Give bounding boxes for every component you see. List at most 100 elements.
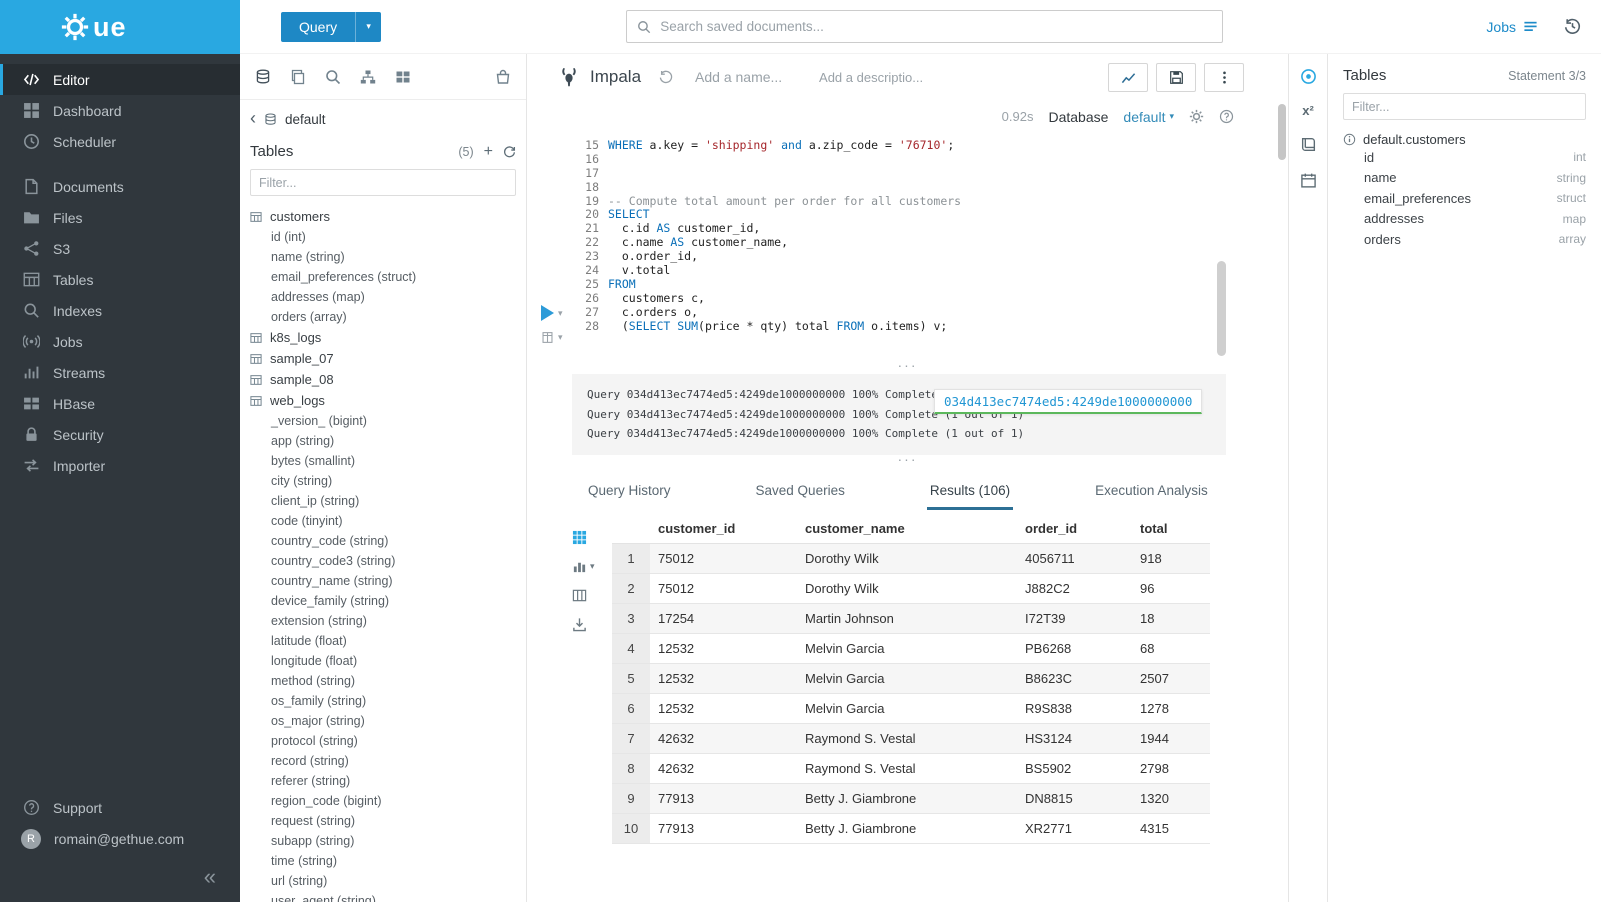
assist-column[interactable]: user_agent (string): [250, 891, 516, 902]
results-cell[interactable]: Melvin Garcia: [797, 633, 1017, 663]
sitemap-icon[interactable]: [360, 69, 376, 85]
assist-filter-input[interactable]: [250, 169, 516, 196]
table-row[interactable]: 512532Melvin GarciaB8623C2507: [612, 663, 1210, 693]
panel-scrollbar[interactable]: [1278, 104, 1286, 160]
more-actions-button[interactable]: [1204, 63, 1244, 92]
assist-column[interactable]: country_code (string): [250, 531, 516, 551]
snippet-history-icon[interactable]: [659, 70, 673, 84]
sidebar-item-jobs[interactable]: Jobs: [0, 326, 240, 357]
settings-gear-icon[interactable]: [1189, 109, 1204, 124]
assist-column[interactable]: _version_ (bigint): [250, 411, 516, 431]
results-cell[interactable]: 68: [1132, 633, 1210, 663]
documents-copy-icon[interactable]: [290, 69, 306, 85]
results-cell[interactable]: Raymond S. Vestal: [797, 753, 1017, 783]
assist-table-sample_08[interactable]: sample_08: [250, 369, 516, 390]
assist-table-sample_07[interactable]: sample_07: [250, 348, 516, 369]
results-cell[interactable]: B8623C: [1017, 663, 1132, 693]
results-cell[interactable]: 2507: [1132, 663, 1210, 693]
results-cell[interactable]: 4315: [1132, 813, 1210, 843]
results-cell[interactable]: 96: [1132, 573, 1210, 603]
assistant-icon[interactable]: [1300, 68, 1317, 85]
results-cell[interactable]: BS5902: [1017, 753, 1132, 783]
right-assist-column-email_preferences[interactable]: email_preferencesstruct: [1343, 188, 1586, 209]
editor-scrollbar[interactable]: [1217, 261, 1226, 356]
results-cell[interactable]: Melvin Garcia: [797, 663, 1017, 693]
sidebar-item-support[interactable]: Support: [0, 792, 240, 823]
results-cell[interactable]: 12532: [650, 663, 797, 693]
hue-logo[interactable]: ue: [0, 0, 240, 54]
tab-query-history[interactable]: Query History: [585, 476, 674, 510]
results-cell[interactable]: 42632: [650, 723, 797, 753]
right-assist-filter-input[interactable]: [1343, 93, 1586, 120]
results-cell[interactable]: R9S838: [1017, 693, 1132, 723]
sidebar-item-files[interactable]: Files: [0, 202, 240, 233]
sidebar-item-streams[interactable]: Streams: [0, 357, 240, 388]
assist-table-customers[interactable]: customers: [250, 206, 516, 227]
results-cell[interactable]: 12532: [650, 693, 797, 723]
chart-view-button[interactable]: ▾: [572, 559, 595, 574]
results-cell[interactable]: Melvin Garcia: [797, 693, 1017, 723]
add-table-button[interactable]: +: [484, 144, 493, 160]
tab-execution-analysis[interactable]: Execution Analysis: [1092, 476, 1211, 510]
assist-column[interactable]: name (string): [250, 247, 516, 267]
sidebar-item-security[interactable]: Security: [0, 419, 240, 450]
results-cell[interactable]: 12532: [650, 633, 797, 663]
assist-column[interactable]: record (string): [250, 751, 516, 771]
results-cell[interactable]: PB6268: [1017, 633, 1132, 663]
table-row[interactable]: 275012Dorothy WilkJ882C296: [612, 573, 1210, 603]
chart-button[interactable]: [1108, 63, 1148, 92]
right-assist-column-orders[interactable]: ordersarray: [1343, 229, 1586, 250]
sidebar-item-account[interactable]: R romain@gethue.com: [0, 823, 240, 854]
results-cell[interactable]: Betty J. Giambrone: [797, 813, 1017, 843]
results-cell[interactable]: 1278: [1132, 693, 1210, 723]
functions-icon[interactable]: x²: [1302, 104, 1314, 117]
right-assist-column-addresses[interactable]: addressesmap: [1343, 209, 1586, 230]
execute-caret-icon[interactable]: ▾: [558, 308, 563, 319]
results-cell[interactable]: 4056711: [1017, 543, 1132, 573]
query-id-overlay[interactable]: 034d413ec7474ed5:4249de1000000000: [934, 389, 1202, 414]
results-cell[interactable]: 2798: [1132, 753, 1210, 783]
database-select[interactable]: default ▾: [1123, 109, 1174, 125]
results-cell[interactable]: 918: [1132, 543, 1210, 573]
results-cell[interactable]: 77913: [650, 813, 797, 843]
query-name-input[interactable]: [695, 69, 813, 85]
assist-column[interactable]: addresses (map): [250, 287, 516, 307]
save-button[interactable]: [1156, 63, 1196, 92]
refresh-icon[interactable]: [503, 145, 516, 158]
results-cell[interactable]: Betty J. Giambrone: [797, 783, 1017, 813]
basket-icon[interactable]: [495, 69, 511, 85]
results-cell[interactable]: I72T39: [1017, 603, 1132, 633]
execute-button[interactable]: ▾: [541, 305, 563, 321]
results-column-header[interactable]: order_id: [1017, 514, 1132, 544]
table-row[interactable]: 977913Betty J. GiambroneDN88151320: [612, 783, 1210, 813]
results-cell[interactable]: 17254: [650, 603, 797, 633]
table-row[interactable]: 175012Dorothy Wilk4056711918: [612, 543, 1210, 573]
active-table-name[interactable]: default.customers: [1363, 132, 1466, 147]
sidebar-item-tables[interactable]: Tables: [0, 264, 240, 295]
table-row[interactable]: 412532Melvin GarciaPB626868: [612, 633, 1210, 663]
assist-column[interactable]: extension (string): [250, 611, 516, 631]
jobs-link[interactable]: Jobs: [1486, 19, 1538, 35]
right-assist-column-name[interactable]: namestring: [1343, 168, 1586, 189]
data-source-icon[interactable]: [255, 69, 271, 85]
results-cell[interactable]: 1944: [1132, 723, 1210, 753]
search-input[interactable]: [660, 19, 1212, 34]
sidebar-item-indexes[interactable]: Indexes: [0, 295, 240, 326]
right-assist-column-id[interactable]: idint: [1343, 147, 1586, 168]
assist-column[interactable]: latitude (float): [250, 631, 516, 651]
results-cell[interactable]: XR2771: [1017, 813, 1132, 843]
results-cell[interactable]: 1320: [1132, 783, 1210, 813]
assist-column[interactable]: url (string): [250, 871, 516, 891]
sidebar-item-dashboard[interactable]: Dashboard: [0, 95, 240, 126]
help-icon[interactable]: [1219, 109, 1234, 124]
resize-handle-top[interactable]: [527, 361, 1288, 372]
breadcrumb-database[interactable]: default: [285, 112, 326, 127]
assist-column[interactable]: protocol (string): [250, 731, 516, 751]
assist-column[interactable]: device_family (string): [250, 591, 516, 611]
apps-grid-icon[interactable]: [395, 69, 411, 85]
table-row[interactable]: 317254Martin JohnsonI72T3918: [612, 603, 1210, 633]
assist-column[interactable]: method (string): [250, 671, 516, 691]
assist-column[interactable]: region_code (bigint): [250, 791, 516, 811]
results-column-header[interactable]: customer_id: [650, 514, 797, 544]
results-cell[interactable]: 42632: [650, 753, 797, 783]
